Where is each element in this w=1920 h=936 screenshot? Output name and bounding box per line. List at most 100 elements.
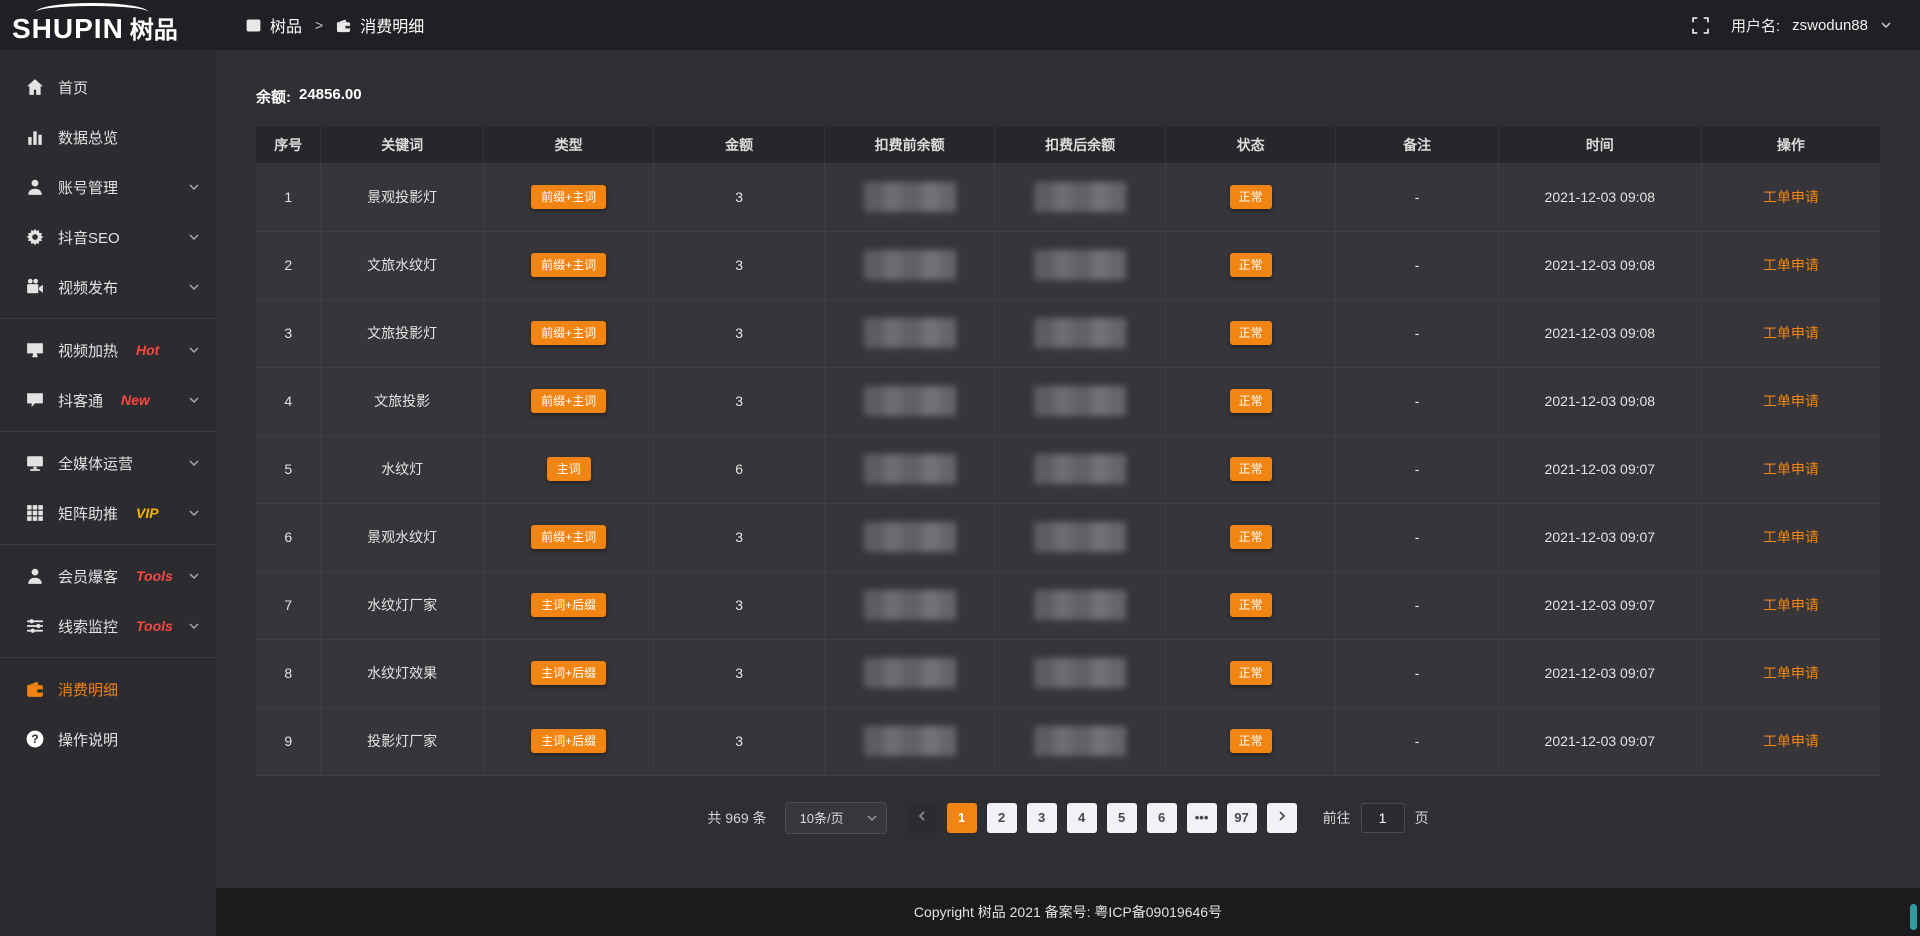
row-time: 2021-12-03 09:07	[1498, 571, 1701, 639]
row-balance-before	[824, 435, 995, 503]
row-type: 前缀+主词	[483, 231, 654, 299]
sidebar-item-badge: Hot	[136, 342, 159, 358]
row-amount: 6	[654, 435, 825, 503]
sidebar-item-label: 线索监控	[58, 616, 118, 637]
member-icon	[26, 567, 44, 585]
sidebar-item-矩阵助推[interactable]: 矩阵助推 VIP	[0, 488, 216, 538]
work-order-link[interactable]: 工单申请	[1763, 665, 1819, 681]
sidebar-item-首页[interactable]: 首页	[0, 62, 216, 112]
row-index: 1	[256, 163, 321, 231]
type-badge: 前缀+主词	[531, 185, 606, 209]
row-amount: 3	[654, 367, 825, 435]
row-remark: -	[1336, 299, 1498, 367]
sidebar-item-数据总览[interactable]: 数据总览	[0, 112, 216, 162]
sidebar-item-label: 会员爆客	[58, 566, 118, 587]
row-balance-after	[995, 571, 1166, 639]
sidebar-item-视频发布[interactable]: 视频发布	[0, 262, 216, 312]
work-order-link[interactable]: 工单申请	[1763, 257, 1819, 273]
sliders-icon	[26, 617, 44, 635]
row-balance-after	[995, 435, 1166, 503]
logo-arc-decoration	[36, 3, 148, 21]
row-remark: -	[1336, 707, 1498, 775]
work-order-link[interactable]: 工单申请	[1763, 189, 1819, 205]
app-logo[interactable]: SHUPIN 树品	[0, 0, 216, 50]
type-badge: 主词+后缀	[531, 661, 606, 685]
work-order-link[interactable]: 工单申请	[1763, 597, 1819, 613]
row-action: 工单申请	[1701, 435, 1880, 503]
row-time: 2021-12-03 09:07	[1498, 639, 1701, 707]
work-order-link[interactable]: 工单申请	[1763, 325, 1819, 341]
row-amount: 3	[654, 163, 825, 231]
balance: 余额: 24856.00	[256, 86, 1880, 107]
row-type: 前缀+主词	[483, 163, 654, 231]
page-button-4[interactable]: 4	[1067, 803, 1097, 833]
redacted-balance	[864, 182, 956, 212]
row-amount: 3	[654, 639, 825, 707]
row-time: 2021-12-03 09:07	[1498, 503, 1701, 571]
jump-page-input[interactable]	[1361, 803, 1405, 833]
username-value[interactable]: zswodun88	[1792, 17, 1868, 34]
page-button-3[interactable]: 3	[1027, 803, 1057, 833]
sidebar-item-全媒体运营[interactable]: 全媒体运营	[0, 438, 216, 488]
sidebar-item-账号管理[interactable]: 账号管理	[0, 162, 216, 212]
status-badge: 正常	[1230, 457, 1272, 481]
table-row: 9 投影灯厂家 主词+后缀 3 正常 - 2021-12-03 09:07 工单…	[256, 707, 1880, 775]
row-balance-after	[995, 231, 1166, 299]
consumption-table-body: 1 景观投影灯 前缀+主词 3 正常 - 2021-12-03 09:08 工单…	[256, 163, 1880, 775]
sidebar-item-badge: New	[121, 392, 150, 408]
row-amount: 3	[654, 231, 825, 299]
page-size-select[interactable]: 10条/页	[785, 802, 887, 834]
prev-page-button[interactable]	[907, 803, 937, 833]
fullscreen-icon[interactable]	[1692, 17, 1709, 34]
page-button-5[interactable]: 5	[1107, 803, 1137, 833]
monitor-icon	[26, 454, 44, 472]
work-order-link[interactable]: 工单申请	[1763, 529, 1819, 545]
redacted-balance	[1034, 386, 1126, 416]
scrollbar-thumb[interactable]	[1910, 904, 1917, 930]
chevron-down-icon	[188, 394, 200, 406]
page-button-97[interactable]: 97	[1227, 803, 1257, 833]
redacted-balance	[864, 726, 956, 756]
chevron-down-icon[interactable]	[1880, 19, 1892, 31]
topbar: 树品 > 消费明细 用户名: zswodun88	[216, 0, 1920, 50]
column-header: 时间	[1498, 127, 1701, 163]
redacted-balance	[864, 522, 956, 552]
type-badge: 前缀+主词	[531, 321, 606, 345]
video-camera-icon	[26, 278, 44, 296]
row-status: 正常	[1165, 367, 1336, 435]
row-keyword: 文旅投影灯	[321, 299, 483, 367]
page-ellipsis[interactable]: •••	[1187, 803, 1217, 833]
sidebar-item-会员爆客[interactable]: 会员爆客 Tools	[0, 551, 216, 601]
app-window: SHUPIN 树品 首页 数据总览 账号管理 抖音SEO 视频发布 视频加热	[0, 0, 1920, 936]
sidebar-divider	[0, 318, 216, 319]
sidebar-item-消费明细[interactable]: 消费明细	[0, 664, 216, 714]
page-button-6[interactable]: 6	[1147, 803, 1177, 833]
redacted-balance	[864, 658, 956, 688]
work-order-link[interactable]: 工单申请	[1763, 393, 1819, 409]
page-button-1[interactable]: 1	[947, 803, 977, 833]
row-index: 6	[256, 503, 321, 571]
row-remark: -	[1336, 571, 1498, 639]
row-balance-before	[824, 163, 995, 231]
row-amount: 3	[654, 299, 825, 367]
sidebar-item-label: 抖客通	[58, 390, 103, 411]
sidebar-item-抖音SEO[interactable]: 抖音SEO	[0, 212, 216, 262]
page-button-2[interactable]: 2	[987, 803, 1017, 833]
row-balance-after	[995, 639, 1166, 707]
row-remark: -	[1336, 503, 1498, 571]
row-index: 2	[256, 231, 321, 299]
sidebar-item-线索监控[interactable]: 线索监控 Tools	[0, 601, 216, 651]
breadcrumb-item-home[interactable]: 树品	[270, 13, 302, 37]
sidebar-item-抖客通[interactable]: 抖客通 New	[0, 375, 216, 425]
row-balance-before	[824, 231, 995, 299]
column-header: 关键词	[321, 127, 483, 163]
row-status: 正常	[1165, 231, 1336, 299]
sidebar-item-视频加热[interactable]: 视频加热 Hot	[0, 325, 216, 375]
row-keyword: 景观投影灯	[321, 163, 483, 231]
next-page-button[interactable]	[1267, 803, 1297, 833]
sidebar-item-label: 视频发布	[58, 277, 118, 298]
work-order-link[interactable]: 工单申请	[1763, 733, 1819, 749]
table-row: 6 景观水纹灯 前缀+主词 3 正常 - 2021-12-03 09:07 工单…	[256, 503, 1880, 571]
work-order-link[interactable]: 工单申请	[1763, 461, 1819, 477]
sidebar-item-操作说明[interactable]: ? 操作说明	[0, 714, 216, 764]
